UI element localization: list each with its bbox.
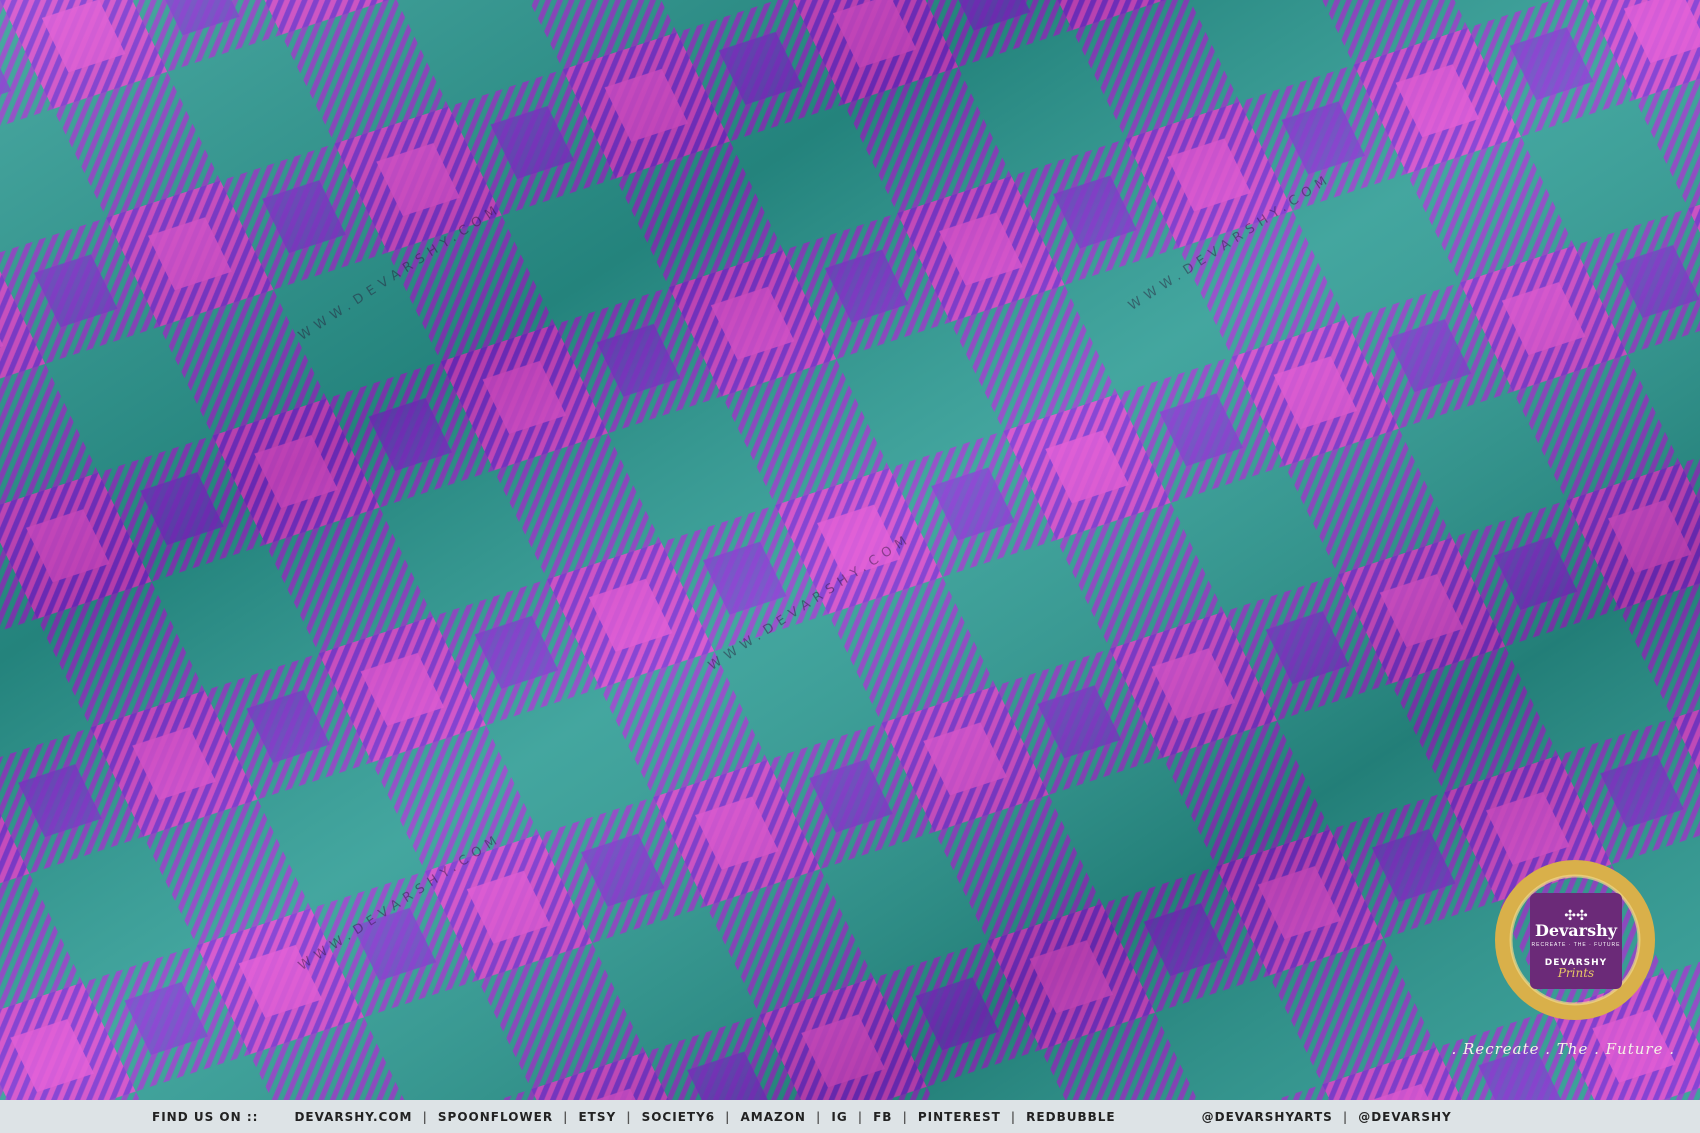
footer-link-amazon[interactable]: AMAZON — [741, 1110, 806, 1124]
footer-handle-arts[interactable]: @DEVARSHYARTS — [1202, 1110, 1333, 1124]
fabric-image — [0, 0, 1700, 1100]
separator: | — [563, 1109, 569, 1124]
separator: | — [1342, 1109, 1349, 1124]
footer-link-devarshy[interactable]: DEVARSHY.COM — [294, 1110, 412, 1124]
tagline: . Recreate . The . Future . — [1451, 1040, 1675, 1058]
plaid-pattern — [0, 0, 1700, 1100]
brand-badge: ✣✣ Devarshy RECREATE · THE · FUTURE DEVA… — [1490, 855, 1660, 1025]
badge-panel: ✣✣ Devarshy RECREATE · THE · FUTURE DEVA… — [1530, 893, 1622, 989]
ornament-icon: ✣✣ — [1564, 907, 1588, 923]
footer-link-etsy[interactable]: ETSY — [578, 1110, 616, 1124]
separator: | — [725, 1109, 731, 1124]
separator: | — [857, 1109, 864, 1124]
footer-bar: FIND US ON :: DEVARSHY.COM | SPOONFLOWER… — [0, 1100, 1700, 1133]
footer-link-society6[interactable]: SOCIETY6 — [642, 1110, 716, 1124]
separator: | — [1010, 1109, 1017, 1124]
separator: | — [626, 1109, 632, 1124]
footer-label: FIND US ON :: — [152, 1109, 259, 1124]
separator: | — [902, 1109, 908, 1124]
badge-script: Prints — [1557, 966, 1595, 980]
separator: | — [815, 1109, 822, 1124]
footer-link-spoonflower[interactable]: SPOONFLOWER — [438, 1110, 553, 1124]
footer-link-fb[interactable]: FB — [873, 1110, 892, 1124]
footer-handle[interactable]: @DEVARSHY — [1358, 1110, 1452, 1124]
footer-link-ig[interactable]: IG — [831, 1110, 847, 1124]
badge-tagline: RECREATE · THE · FUTURE — [1531, 942, 1621, 948]
separator: | — [422, 1109, 428, 1124]
footer-link-pinterest[interactable]: PINTEREST — [918, 1110, 1001, 1124]
footer-link-redbubble[interactable]: REDBUBBLE — [1026, 1110, 1115, 1124]
